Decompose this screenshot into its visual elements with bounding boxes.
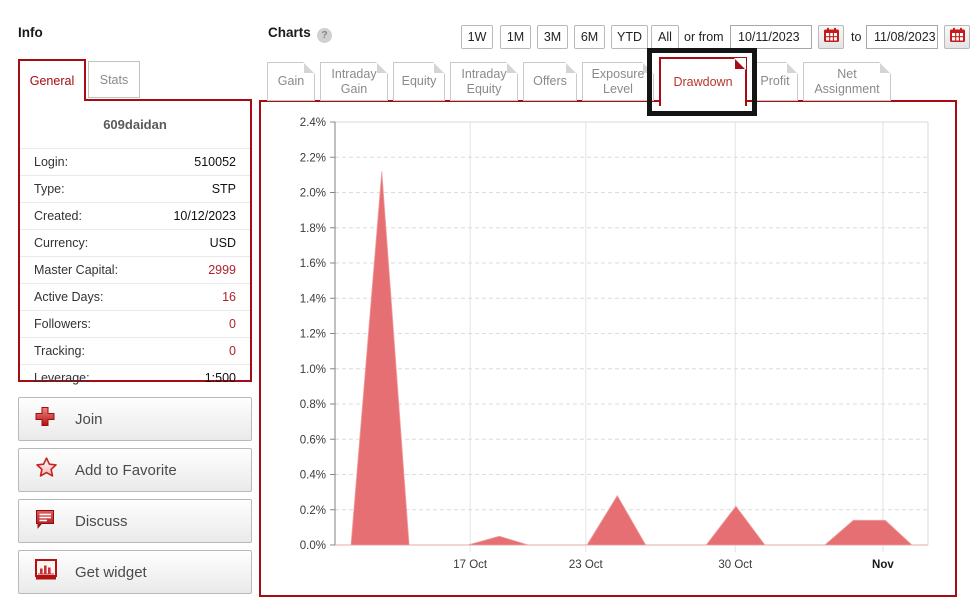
info-row-login: Login: 510052 bbox=[20, 148, 250, 175]
svg-text:1.4%: 1.4% bbox=[300, 293, 326, 305]
info-row-label: Currency: bbox=[34, 236, 88, 250]
info-row-label: Type: bbox=[34, 182, 65, 196]
chart-tab-gain[interactable]: Gain bbox=[267, 62, 315, 101]
svg-text:0.6%: 0.6% bbox=[300, 434, 326, 446]
chart-tab-label: Exposure Level bbox=[587, 67, 649, 96]
speech-bubble-icon bbox=[34, 508, 56, 535]
svg-text:0.4%: 0.4% bbox=[300, 470, 326, 482]
svg-text:1.6%: 1.6% bbox=[300, 258, 326, 270]
from-date-input[interactable] bbox=[730, 25, 812, 49]
tab-stats[interactable]: Stats bbox=[88, 61, 140, 98]
svg-text:23 Oct: 23 Oct bbox=[569, 559, 604, 571]
info-row-currency: Currency: USD bbox=[20, 229, 250, 256]
info-row-leverage: Leverage: 1:500 bbox=[20, 364, 250, 391]
chart-tab-net-assignment[interactable]: Net Assignment bbox=[803, 62, 891, 101]
tab-general[interactable]: General bbox=[18, 59, 86, 101]
svg-text:0.0%: 0.0% bbox=[300, 540, 326, 552]
chart-tab-exposure-level[interactable]: Exposure Level bbox=[582, 62, 654, 101]
svg-text:2.2%: 2.2% bbox=[300, 152, 326, 164]
chart-tab-offers[interactable]: Offers bbox=[523, 62, 577, 101]
svg-text:17 Oct: 17 Oct bbox=[453, 559, 488, 571]
calendar-icon bbox=[823, 27, 840, 48]
range-button-3m[interactable]: 3M bbox=[537, 25, 568, 49]
info-row-value: USD bbox=[210, 236, 236, 250]
svg-text:Nov: Nov bbox=[872, 559, 894, 571]
info-row-value: 2999 bbox=[208, 263, 236, 277]
info-row-label: Created: bbox=[34, 209, 82, 223]
info-row-value: 10/12/2023 bbox=[173, 209, 236, 223]
from-calendar-button[interactable] bbox=[818, 25, 844, 49]
chart-panel: 0.0% 0.2% 0.4% 0.6% 0.8% 1.0% 1.2% 1.4% 1.6% 1.8%… bbox=[259, 100, 957, 597]
info-row-value: 0 bbox=[229, 317, 236, 331]
help-icon[interactable]: ? bbox=[317, 28, 332, 43]
svg-text:30 Oct: 30 Oct bbox=[718, 559, 753, 571]
info-row-value: 0 bbox=[229, 344, 236, 358]
info-row-label: Leverage: bbox=[34, 371, 90, 385]
join-button[interactable]: Join bbox=[18, 397, 252, 441]
chart-tab-label: Offers bbox=[533, 74, 567, 88]
to-calendar-button[interactable] bbox=[944, 25, 970, 49]
info-row-value: 1:500 bbox=[205, 371, 236, 385]
svg-text:0.2%: 0.2% bbox=[300, 505, 326, 517]
chart-tab-profit[interactable]: Profit bbox=[752, 62, 798, 101]
or-from-label: or from bbox=[684, 25, 724, 49]
info-row-tracking: Tracking: 0 bbox=[20, 337, 250, 364]
plus-icon bbox=[34, 406, 56, 433]
info-panel: 609daidan Login: 510052 Type: STP Create… bbox=[18, 99, 252, 382]
chart-tab-intraday-gain[interactable]: Intraday Gain bbox=[320, 62, 388, 101]
info-row-label: Tracking: bbox=[34, 344, 85, 358]
join-button-label: Join bbox=[75, 411, 103, 428]
svg-text:1.0%: 1.0% bbox=[300, 364, 326, 376]
info-heading: Info bbox=[18, 25, 43, 40]
range-button-1m[interactable]: 1M bbox=[500, 25, 531, 49]
star-icon bbox=[34, 456, 59, 485]
info-row-type: Type: STP bbox=[20, 175, 250, 202]
info-row-followers: Followers: 0 bbox=[20, 310, 250, 337]
drawdown-area-chart: 0.0% 0.2% 0.4% 0.6% 0.8% 1.0% 1.2% 1.4% 1.6% 1.8%… bbox=[261, 102, 955, 595]
add-to-favorite-button-label: Add to Favorite bbox=[75, 462, 177, 479]
get-widget-button-label: Get widget bbox=[75, 564, 147, 581]
info-row-label: Master Capital: bbox=[34, 263, 118, 277]
svg-text:1.2%: 1.2% bbox=[300, 329, 326, 341]
info-row-label: Followers: bbox=[34, 317, 91, 331]
chart-tab-label: Profit bbox=[760, 74, 789, 88]
to-label: to bbox=[851, 25, 861, 49]
calendar-icon bbox=[949, 27, 966, 48]
range-button-all[interactable]: All bbox=[651, 25, 679, 49]
chart-tab-label: Intraday Gain bbox=[326, 67, 382, 96]
info-row-label: Active Days: bbox=[34, 290, 103, 304]
info-row-master-capital: Master Capital: 2999 bbox=[20, 256, 250, 283]
discuss-button-label: Discuss bbox=[75, 513, 128, 530]
info-row-label: Login: bbox=[34, 155, 68, 169]
range-button-1w[interactable]: 1W bbox=[461, 25, 493, 49]
svg-text:2.0%: 2.0% bbox=[300, 188, 326, 200]
chart-tab-label: Intraday Equity bbox=[456, 67, 512, 96]
chart-tab-label: Equity bbox=[402, 74, 437, 88]
svg-text:1.8%: 1.8% bbox=[300, 223, 326, 235]
chart-tab-label: Gain bbox=[278, 74, 304, 88]
svg-text:2.4%: 2.4% bbox=[300, 117, 326, 129]
info-row-value: STP bbox=[212, 182, 236, 196]
range-button-ytd[interactable]: YTD bbox=[611, 25, 648, 49]
chart-tab-equity[interactable]: Equity bbox=[393, 62, 445, 101]
chart-tab-label: Net Assignment bbox=[808, 67, 886, 96]
info-row-created: Created: 10/12/2023 bbox=[20, 202, 250, 229]
info-row-active-days: Active Days: 16 bbox=[20, 283, 250, 310]
chart-tab-label: Drawdown bbox=[673, 75, 732, 89]
tab-stats-label: Stats bbox=[100, 73, 129, 87]
info-row-value: 16 bbox=[222, 290, 236, 304]
account-name: 609daidan bbox=[20, 101, 250, 148]
chart-tab-drawdown[interactable]: Drawdown bbox=[659, 57, 747, 106]
info-row-value: 510052 bbox=[194, 155, 236, 169]
add-to-favorite-button[interactable]: Add to Favorite bbox=[18, 448, 252, 492]
tab-general-label: General bbox=[30, 74, 74, 88]
bar-chart-icon bbox=[34, 558, 58, 587]
charts-heading: Charts bbox=[268, 25, 311, 40]
range-button-6m[interactable]: 6M bbox=[574, 25, 605, 49]
discuss-button[interactable]: Discuss bbox=[18, 499, 252, 543]
get-widget-button[interactable]: Get widget bbox=[18, 550, 252, 594]
svg-text:0.8%: 0.8% bbox=[300, 399, 326, 411]
to-date-input[interactable] bbox=[866, 25, 938, 49]
chart-tab-intraday-equity[interactable]: Intraday Equity bbox=[450, 62, 518, 101]
